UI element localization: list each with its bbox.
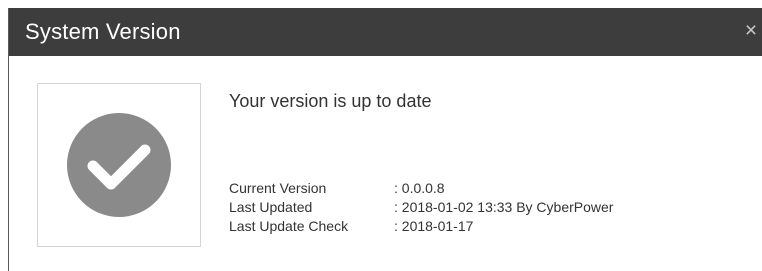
system-version-dialog: System Version × Your version is up to d… [8,8,762,271]
info-row-last-updated: Last Updated : 2018-01-02 13:33 By Cyber… [229,198,613,217]
info-label: Last Update Check [229,218,349,234]
dialog-titlebar: System Version × [9,8,762,56]
info-value: : 2018-01-17 [394,218,474,234]
status-message: Your version is up to date [229,91,432,111]
close-icon[interactable]: × [742,20,760,42]
info-value: : 0.0.0.8 [394,180,445,196]
info-label: Last Updated [229,199,313,215]
dialog-title: System Version [25,19,181,44]
info-row-current-version: Current Version : 0.0.0.8 [229,179,613,198]
info-label: Current Version [229,180,327,196]
version-info: Current Version : 0.0.0.8 Last Updated :… [229,179,613,236]
info-value: : 2018-01-02 13:33 By CyberPower [394,199,614,215]
status-icon-frame [37,83,201,247]
checkmark-circle-icon [67,113,171,217]
info-row-last-update-check: Last Update Check : 2018-01-17 [229,217,613,236]
